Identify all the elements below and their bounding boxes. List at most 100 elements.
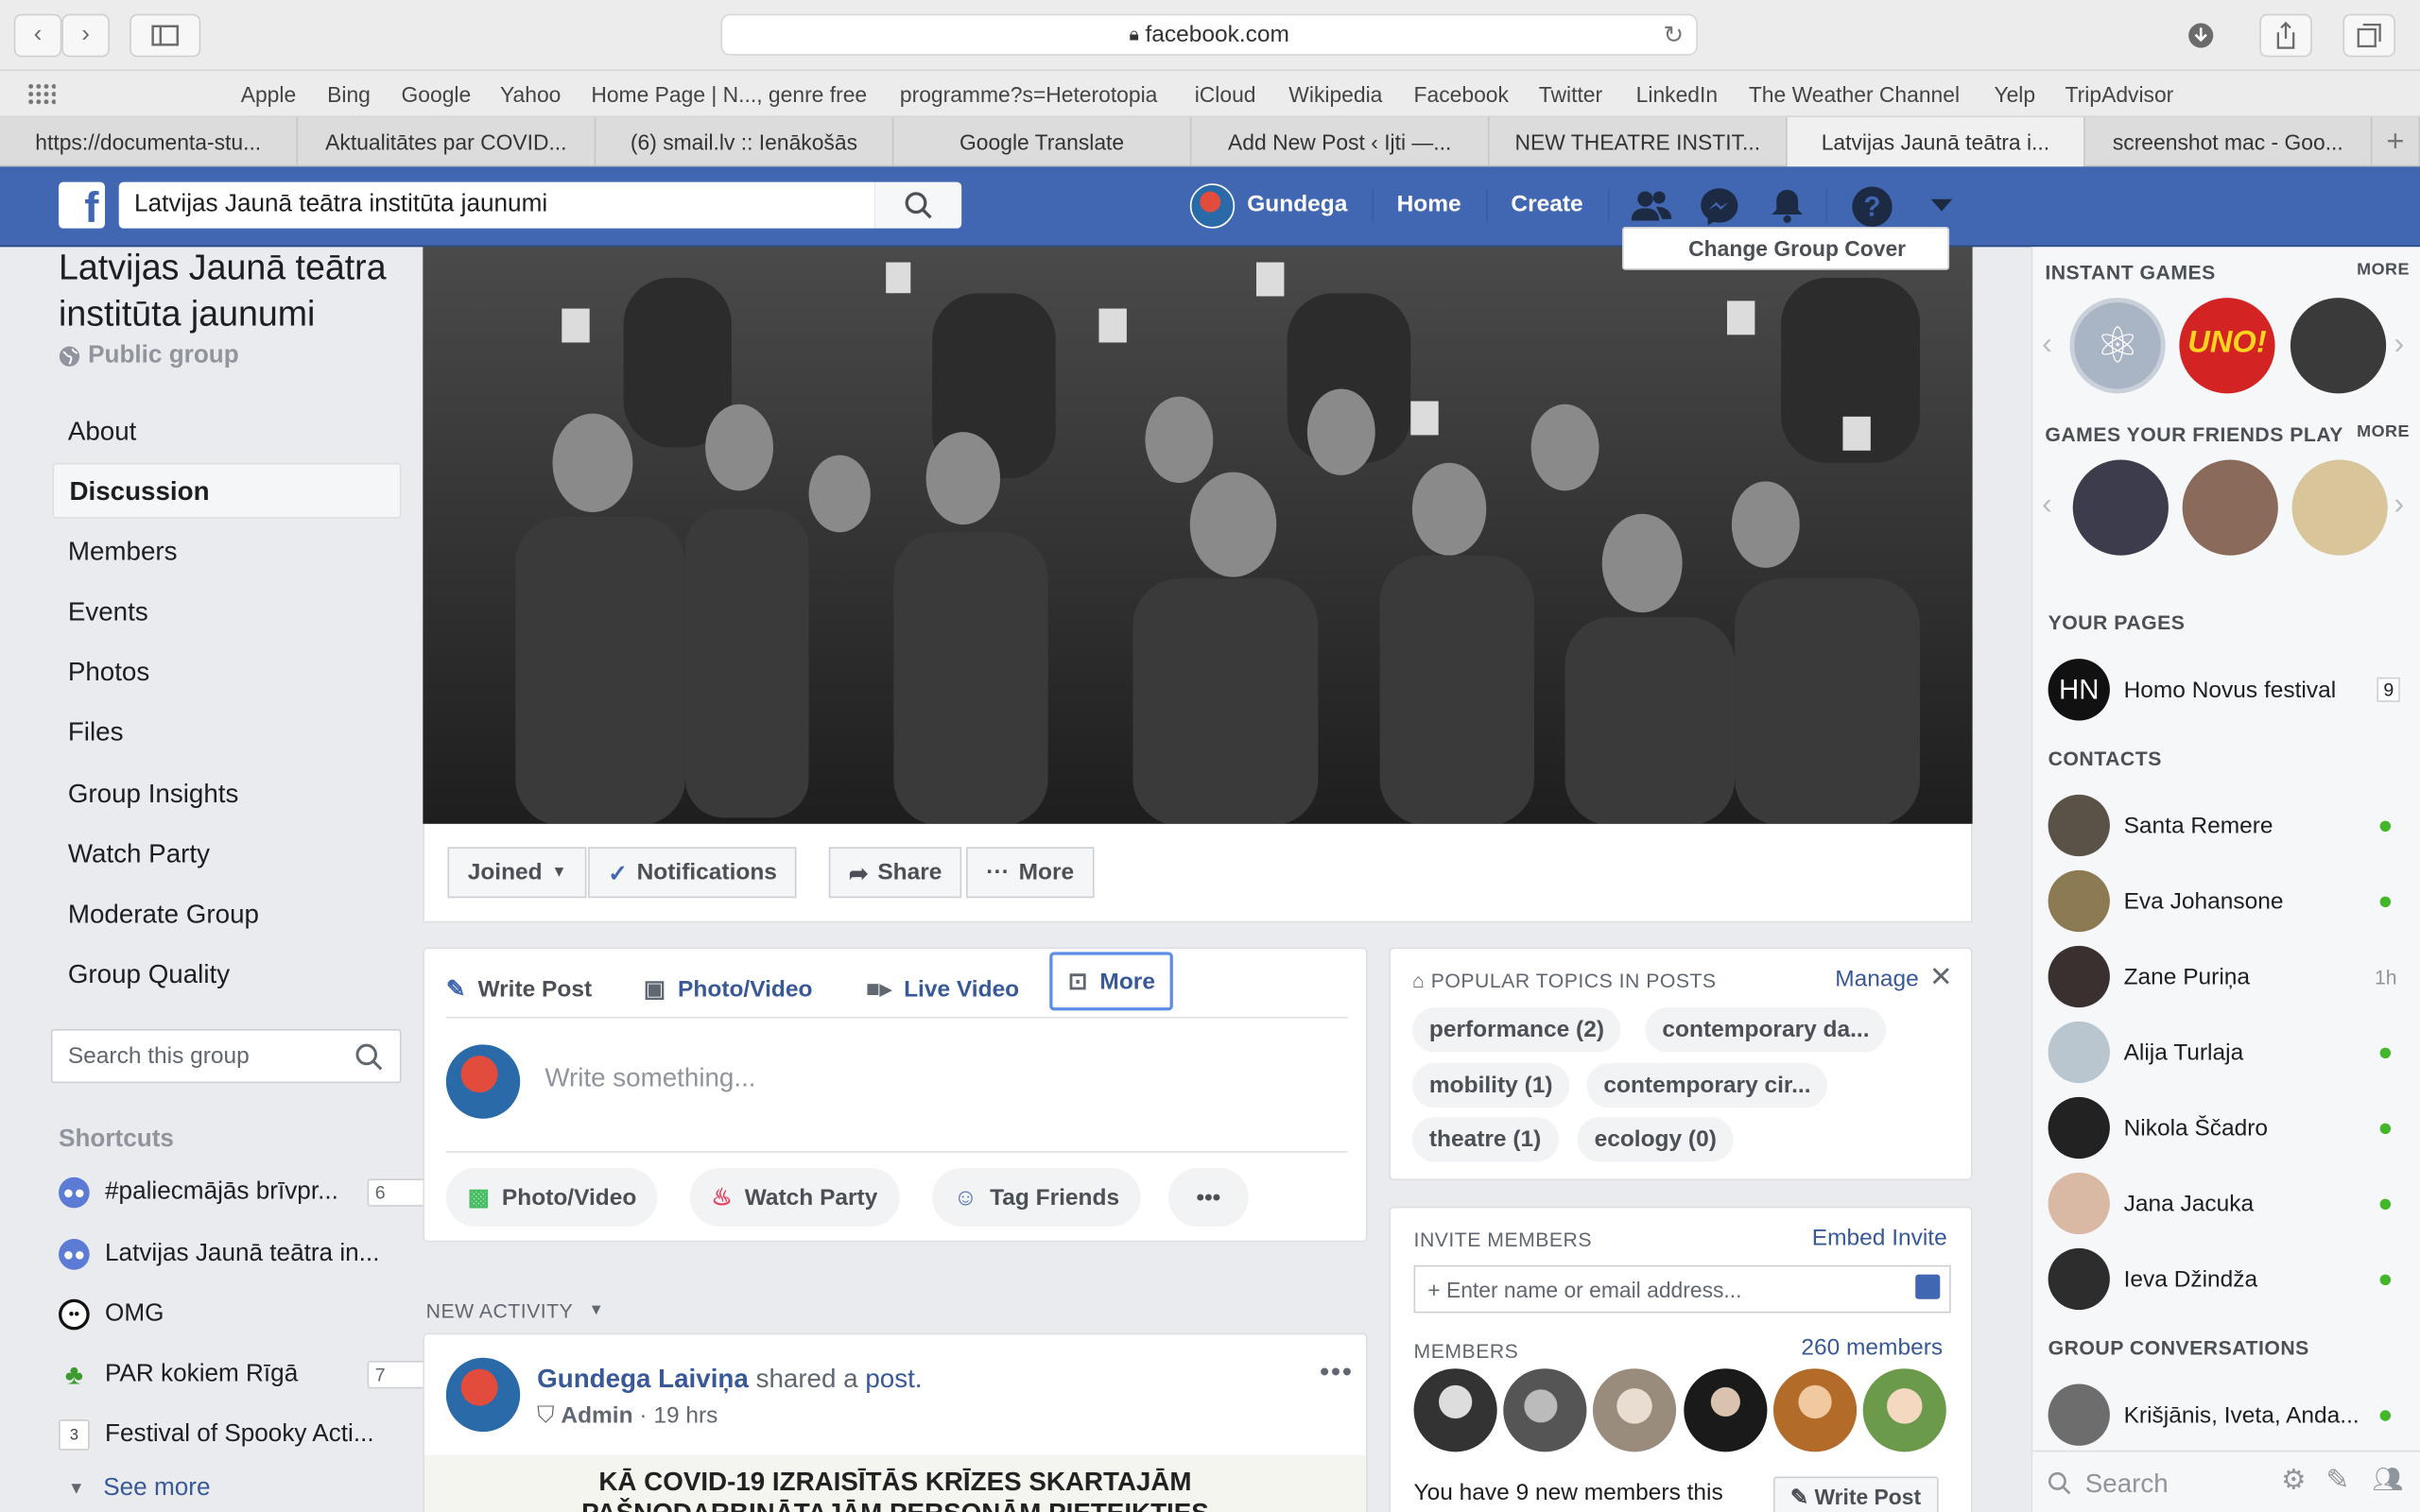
nav-watch-party[interactable]: Watch Party [53, 827, 402, 883]
member-avatar[interactable] [1684, 1368, 1768, 1452]
contact-item[interactable]: Santa Remere [2048, 794, 2407, 857]
browser-tab[interactable]: screenshot mac - Goo... [2085, 117, 2373, 167]
game-atom[interactable]: ⚛ [2069, 298, 2166, 394]
nav-moderate-group[interactable]: Moderate Group [53, 887, 402, 943]
chevron-left-icon[interactable]: ‹ [2042, 488, 2052, 524]
browser-tab[interactable]: (6) smail.lv :: Ienākošās [596, 117, 894, 167]
browser-tab[interactable]: Google Translate [893, 117, 1192, 167]
share-browser-button[interactable] [2259, 13, 2312, 58]
close-icon[interactable]: ✕ [1929, 961, 1953, 993]
contact-item[interactable]: Jana Jacuka [2048, 1172, 2407, 1235]
topic-pill[interactable]: performance (2) [1411, 1007, 1621, 1053]
shortcut-item[interactable]: •• OMG [59, 1296, 164, 1332]
game-uno[interactable]: UNO! [2179, 298, 2275, 394]
share-button[interactable]: ➦ Share [828, 847, 962, 899]
nav-members[interactable]: Members [53, 524, 402, 580]
grid-icon[interactable] [27, 83, 56, 105]
post-link[interactable]: post. [865, 1364, 922, 1393]
shortcut-item[interactable]: ●● #paliecmājās brīvpr... 6 [59, 1174, 650, 1211]
manage-topics-link[interactable]: Manage [1835, 966, 1919, 992]
favorite-link[interactable]: Wikipedia [1288, 82, 1382, 107]
favorite-link[interactable]: Facebook [1414, 82, 1509, 107]
tabs-overview-button[interactable] [2342, 13, 2395, 58]
profile-link[interactable]: Gundega [1247, 191, 1347, 217]
photo-video-button[interactable]: ▩ Photo/Video [445, 1167, 659, 1227]
favorite-link[interactable]: LinkedIn [1636, 82, 1718, 107]
contact-item[interactable]: Eva Johansone [2048, 869, 2407, 933]
post-input[interactable]: Write something... [544, 1063, 755, 1094]
search-button[interactable] [874, 181, 962, 229]
chevron-right-icon[interactable]: › [2394, 488, 2404, 524]
nav-discussion[interactable]: Discussion [52, 462, 402, 519]
topic-pill[interactable]: contemporary da... [1645, 1007, 1887, 1053]
write-post-button[interactable]: ✎ Write Post [1772, 1476, 1939, 1512]
game-words[interactable] [2290, 298, 2387, 394]
favorite-link[interactable]: Home Page | N..., genre free [591, 82, 867, 107]
reload-icon[interactable]: ↻ [1663, 19, 1684, 50]
nav-group-quality[interactable]: Group Quality [53, 947, 402, 1003]
post-image-preview[interactable]: KĀ COVID-19 IZRAISĪTĀS KRĪZES SKARTAJĀM … [424, 1454, 1366, 1512]
author-link[interactable]: Gundega Laiviņa [537, 1364, 749, 1393]
browser-tab[interactable]: Aktualitātes par COVID... [298, 117, 596, 167]
friend-game[interactable] [2291, 459, 2388, 556]
favorite-link[interactable]: TripAdvisor [2066, 82, 2174, 107]
chevron-right-icon[interactable]: › [2394, 327, 2404, 363]
notifications-button[interactable]: ✓ Notifications [588, 847, 798, 899]
page-item[interactable]: HN Homo Novus festival 9 [2048, 659, 2407, 721]
member-avatar[interactable] [1503, 1368, 1587, 1452]
shortcut-item[interactable]: 3 Festival of Spooky Acti... [59, 1417, 374, 1453]
browser-tab[interactable]: Add New Post ‹ Ijti —... [1191, 117, 1490, 167]
member-avatar[interactable] [1592, 1368, 1677, 1452]
create-link[interactable]: Create [1511, 191, 1582, 217]
tag-friends-button[interactable]: ☺ Tag Friends [932, 1167, 1141, 1227]
messenger-icon[interactable] [1700, 187, 1739, 227]
contact-list-icon[interactable] [1915, 1274, 1941, 1299]
watch-party-button[interactable]: ♨ Watch Party [689, 1167, 900, 1227]
nav-events[interactable]: Events [53, 585, 402, 641]
tab-photo-video[interactable]: ▣ Photo/Video [644, 964, 813, 1013]
tab-live-video[interactable]: ■▸ Live Video [866, 964, 1019, 1013]
member-avatar[interactable] [1862, 1368, 1946, 1452]
forward-button[interactable]: › [61, 13, 110, 58]
topic-pill[interactable]: ecology (0) [1577, 1117, 1734, 1162]
members-count-link[interactable]: 260 members [1801, 1334, 1943, 1361]
help-icon[interactable]: ? [1852, 186, 1893, 228]
nav-photos[interactable]: Photos [53, 644, 402, 700]
caret-down-icon[interactable] [1930, 198, 1953, 214]
back-button[interactable]: ‹ [13, 13, 62, 58]
tab-write-post[interactable]: ✎ Write Post [446, 964, 592, 1013]
favorite-link[interactable]: Yelp [1994, 82, 2035, 107]
home-link[interactable]: Home [1397, 191, 1461, 217]
compose-icon[interactable]: ✎ [2325, 1464, 2349, 1496]
new-activity-filter[interactable]: NEW ACTIVITY ▼ [426, 1299, 605, 1322]
contact-item[interactable]: Zane Puriņa 1h [2048, 945, 2407, 1008]
new-tab-button[interactable]: + [2372, 117, 2420, 167]
topic-pill[interactable]: contemporary cir... [1586, 1062, 1828, 1108]
nav-files[interactable]: Files [53, 705, 402, 761]
friend-game[interactable] [2182, 459, 2278, 556]
address-bar[interactable]: 🔒︎ facebook.com ↻ [720, 13, 1698, 56]
friends-games-more-link[interactable]: MORE [2357, 422, 2410, 441]
contact-item[interactable]: Alija Turlaja [2048, 1021, 2407, 1084]
new-group-icon[interactable]: 👥︎ [2372, 1464, 2403, 1495]
post-options-icon[interactable]: ••• [1320, 1356, 1354, 1388]
group-conversation-item[interactable]: Krišjānis, Iveta, Anda... [2048, 1383, 2407, 1446]
favorite-link[interactable]: Twitter [1539, 82, 1602, 107]
tab-more[interactable]: ⊡ More [1049, 952, 1174, 1011]
joined-button[interactable]: Joined ▼ [447, 847, 587, 899]
facebook-logo-icon[interactable]: f [59, 181, 106, 229]
member-avatar[interactable] [1772, 1368, 1858, 1452]
member-avatar[interactable] [1413, 1368, 1497, 1452]
contact-item[interactable]: Ieva Džindža [2048, 1247, 2407, 1311]
browser-tab[interactable]: NEW THEATRE INSTIT... [1490, 117, 1788, 167]
user-avatar[interactable] [1189, 183, 1236, 229]
favorite-link[interactable]: programme?s=Heterotopia [900, 82, 1158, 107]
more-button[interactable]: ··· More [966, 847, 1095, 899]
favorite-link[interactable]: Google [402, 82, 472, 107]
embed-invite-link[interactable]: Embed Invite [1812, 1225, 1947, 1251]
favorite-link[interactable]: Yahoo [500, 82, 561, 107]
see-more-link[interactable]: ▼ See more [59, 1470, 211, 1507]
chat-search-input[interactable]: Search [2085, 1469, 2169, 1500]
instant-games-more-link[interactable]: MORE [2357, 261, 2410, 280]
topic-pill[interactable]: mobility (1) [1411, 1062, 1570, 1108]
